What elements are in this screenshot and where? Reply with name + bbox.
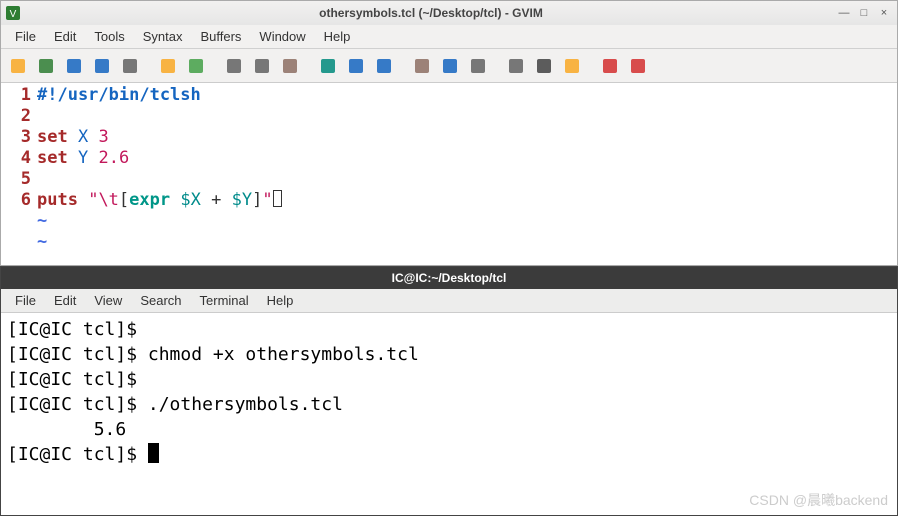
code-line[interactable]: #!/usr/bin/tclsh xyxy=(37,85,897,106)
close-button[interactable]: × xyxy=(877,6,891,20)
gvim-menu-edit[interactable]: Edit xyxy=(46,27,84,46)
terminal-body[interactable]: [IC@IC tcl]$ [IC@IC tcl]$ chmod +x other… xyxy=(1,313,897,515)
undo-icon[interactable] xyxy=(155,53,181,79)
code-line[interactable]: puts "\t[expr $X + $Y]" xyxy=(37,190,897,211)
terminal-line: [IC@IC tcl]$ ./othersymbols.tcl xyxy=(7,392,891,417)
open-icon[interactable] xyxy=(5,53,31,79)
maximize-button[interactable]: □ xyxy=(857,6,871,20)
gvim-menu-window[interactable]: Window xyxy=(251,27,313,46)
gvim-title-text: othersymbols.tcl (~/Desktop/tcl) - GVIM xyxy=(25,6,837,20)
code-line[interactable] xyxy=(37,169,897,190)
save-icon[interactable] xyxy=(61,53,87,79)
save-session-icon[interactable] xyxy=(437,53,463,79)
paste-icon[interactable] xyxy=(277,53,303,79)
terminal-menu-file[interactable]: File xyxy=(7,291,44,310)
terminal-titlebar[interactable]: IC@IC:~/Desktop/tcl xyxy=(1,267,897,289)
terminal-menu-terminal[interactable]: Terminal xyxy=(192,291,257,310)
gvim-titlebar[interactable]: V othersymbols.tcl (~/Desktop/tcl) - GVI… xyxy=(1,1,897,25)
gvim-app-icon: V xyxy=(5,5,21,21)
terminal-line: 5.6 xyxy=(7,417,891,442)
code-line[interactable] xyxy=(37,106,897,127)
save-all-icon[interactable] xyxy=(89,53,115,79)
window-controls: — □ × xyxy=(837,6,891,20)
terminal-cursor xyxy=(148,443,159,463)
gvim-menu-file[interactable]: File xyxy=(7,27,44,46)
gvim-menu-help[interactable]: Help xyxy=(316,27,359,46)
help-icon[interactable] xyxy=(597,53,623,79)
run-script-icon[interactable] xyxy=(465,53,491,79)
gvim-editor[interactable]: 123456 #!/usr/bin/tclsh set X 3set Y 2.6… xyxy=(1,83,897,265)
terminal-menu-help[interactable]: Help xyxy=(259,291,302,310)
find-help-icon[interactable] xyxy=(625,53,651,79)
find-next-icon[interactable] xyxy=(343,53,369,79)
find-prev-icon[interactable] xyxy=(371,53,397,79)
code-line[interactable]: set Y 2.6 xyxy=(37,148,897,169)
terminal-menu-search[interactable]: Search xyxy=(132,291,189,310)
redo-icon[interactable] xyxy=(183,53,209,79)
line-number-gutter: 123456 xyxy=(1,85,37,265)
editor-tilde: ~ xyxy=(37,211,897,232)
make-icon[interactable] xyxy=(503,53,529,79)
code-area[interactable]: #!/usr/bin/tclsh set X 3set Y 2.6 puts "… xyxy=(37,85,897,265)
terminal-menu-edit[interactable]: Edit xyxy=(46,291,84,310)
tag-jump-icon[interactable] xyxy=(559,53,585,79)
terminal-line: [IC@IC tcl]$ xyxy=(7,442,891,467)
minimize-button[interactable]: — xyxy=(837,6,851,20)
gvim-menu-syntax[interactable]: Syntax xyxy=(135,27,191,46)
terminal-line: [IC@IC tcl]$ chmod +x othersymbols.tcl xyxy=(7,342,891,367)
terminal-window: IC@IC:~/Desktop/tcl FileEditViewSearchTe… xyxy=(0,266,898,516)
gvim-menubar: FileEditToolsSyntaxBuffersWindowHelp xyxy=(1,25,897,49)
terminal-menu-view[interactable]: View xyxy=(86,291,130,310)
cut-icon[interactable] xyxy=(221,53,247,79)
load-session-icon[interactable] xyxy=(409,53,435,79)
terminal-line: [IC@IC tcl]$ xyxy=(7,367,891,392)
print-icon[interactable] xyxy=(117,53,143,79)
text-cursor xyxy=(273,190,282,207)
gvim-window: V othersymbols.tcl (~/Desktop/tcl) - GVI… xyxy=(0,0,898,266)
shell-icon[interactable] xyxy=(531,53,557,79)
find-replace-icon[interactable] xyxy=(315,53,341,79)
gvim-menu-tools[interactable]: Tools xyxy=(86,27,132,46)
terminal-menubar: FileEditViewSearchTerminalHelp xyxy=(1,289,897,313)
editor-tilde: ~ xyxy=(37,232,897,253)
new-icon[interactable] xyxy=(33,53,59,79)
terminal-title-text: IC@IC:~/Desktop/tcl xyxy=(392,271,507,285)
svg-text:V: V xyxy=(10,9,17,20)
gvim-toolbar xyxy=(1,49,897,83)
gvim-menu-buffers[interactable]: Buffers xyxy=(192,27,249,46)
code-line[interactable]: set X 3 xyxy=(37,127,897,148)
terminal-line: [IC@IC tcl]$ xyxy=(7,317,891,342)
copy-icon[interactable] xyxy=(249,53,275,79)
